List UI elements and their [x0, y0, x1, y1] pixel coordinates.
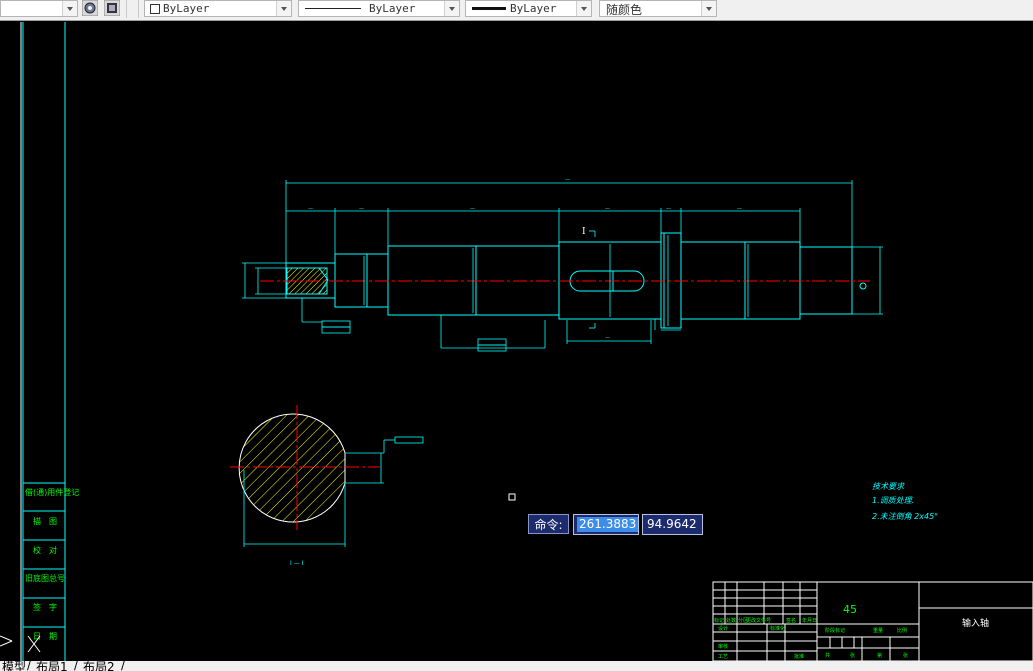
tb-label: 标记	[714, 617, 724, 624]
lineweight-value: ByLayer	[510, 2, 557, 15]
shaft-dimensions	[242, 180, 883, 349]
toolbar-separator	[126, 0, 127, 18]
chevron-down-icon[interactable]	[62, 1, 77, 16]
inner-frame	[22, 22, 66, 661]
plotstyle-value: 随颜色	[606, 3, 643, 17]
command-label: 命令:	[528, 514, 569, 534]
tb-label: 阶段标记	[825, 627, 845, 634]
linetype-preview	[305, 8, 361, 9]
chevron-down-icon[interactable]	[576, 1, 591, 16]
tb-label: 设计	[718, 625, 728, 632]
stamp-label: 描 图	[33, 516, 57, 526]
tab-separator: /	[27, 661, 32, 671]
svg-text:—: —	[605, 206, 610, 212]
lineweight-preview	[472, 7, 506, 10]
material-text: 45	[843, 603, 857, 616]
pickbox-cursor	[508, 493, 516, 501]
tech-requirements: 技术要求 1.调质处理. 2.未注倒角 2x45°	[872, 482, 938, 521]
section-mark-top: I	[582, 227, 586, 237]
tb-label: 批准	[794, 653, 804, 660]
svg-text:—: —	[470, 206, 475, 212]
tab-separator: /	[121, 661, 126, 671]
x-coordinate-value: 261.3883	[577, 517, 639, 532]
title-block-row1: 标记 处数 分区 更改文件号 签名 年月日	[714, 617, 817, 624]
chevron-down-icon[interactable]	[444, 1, 459, 16]
stamp-label: 旧底图总号	[25, 573, 65, 583]
svg-text:—: —	[565, 177, 570, 183]
section-view	[230, 405, 380, 530]
y-coordinate-input[interactable]: 94.9642	[642, 514, 703, 535]
color-value: ByLayer	[163, 2, 210, 15]
svg-text:—: —	[737, 206, 742, 212]
tb-label: 张	[903, 652, 908, 659]
tab-layout1[interactable]: 布局1	[36, 661, 68, 671]
chevron-down-icon[interactable]	[701, 1, 716, 16]
tb-label: 张	[850, 652, 855, 659]
linetype-dropdown[interactable]: ByLayer	[298, 0, 460, 17]
linetype-value: ByLayer	[369, 2, 416, 15]
tb-label: 工艺	[718, 654, 728, 660]
svg-text:—: —	[308, 206, 313, 212]
svg-text:—: —	[359, 206, 364, 212]
tb-label: 重量	[873, 627, 883, 634]
toolbar-separator	[138, 0, 139, 18]
left-stamp-labels: 借(通)用件登记 描 图 校 对 旧底图总号 签 字 日 期	[25, 487, 79, 641]
part-name-text: 输入轴	[962, 617, 989, 629]
stamp-label: 日 期	[33, 632, 57, 641]
tb-label: 签名	[786, 617, 796, 624]
lineweight-dropdown[interactable]: ByLayer	[465, 0, 592, 17]
layer-properties-icon[interactable]	[104, 0, 120, 16]
properties-toolbar: ByLayer ByLayer ByLayer 随颜色	[0, 0, 1033, 21]
tab-separator: /	[74, 661, 79, 671]
stamp-label: 校 对	[33, 545, 57, 555]
tb-label: 年月日	[802, 617, 817, 624]
dimension-text: — — — — — — — —	[308, 177, 742, 341]
tb-label: 比例	[897, 627, 907, 634]
tech-req-line1: 1.调质处理.	[872, 496, 914, 505]
color-dropdown[interactable]: ByLayer	[144, 0, 292, 17]
svg-text:—: —	[605, 335, 610, 341]
color-swatch-icon	[150, 4, 160, 14]
chevron-down-icon[interactable]	[276, 1, 291, 16]
section-label: I — I	[290, 560, 304, 567]
tb-label: 审核	[718, 643, 728, 650]
stamp-label: 签 字	[33, 602, 57, 612]
plotstyle-dropdown[interactable]: 随颜色	[599, 0, 717, 17]
tech-req-title: 技术要求	[872, 482, 905, 491]
stamp-label: 借(通)用件登记	[25, 487, 79, 497]
layer-dropdown-tail[interactable]	[0, 0, 78, 17]
svg-text:—: —	[666, 206, 671, 212]
tab-layout2[interactable]: 布局2	[83, 661, 115, 671]
tb-label: 处数	[726, 617, 736, 624]
gear-icon[interactable]	[82, 0, 98, 16]
layout-tabs: 模型 / 布局1 / 布局2 /	[0, 661, 1033, 671]
center-hole-symbol	[859, 282, 867, 290]
tb-label: 共	[825, 652, 830, 659]
tech-req-line2: 2.未注倒角 2x45°	[872, 512, 938, 521]
tolerance-boxes	[321, 320, 507, 352]
drawing-canvas[interactable]: 借(通)用件登记 描 图 校 对 旧底图总号 签 字 日 期 — — — — —…	[0, 20, 1033, 661]
x-coordinate-input[interactable]: 261.3883	[573, 514, 639, 535]
tb-label: 更改文件号	[746, 617, 771, 624]
title-block-row2: 设计 标准化 阶段标记 重量 比例	[718, 625, 907, 634]
tab-model[interactable]: 模型	[2, 661, 26, 671]
tb-label: 标准化	[770, 625, 785, 632]
tb-label: 第	[877, 652, 882, 659]
